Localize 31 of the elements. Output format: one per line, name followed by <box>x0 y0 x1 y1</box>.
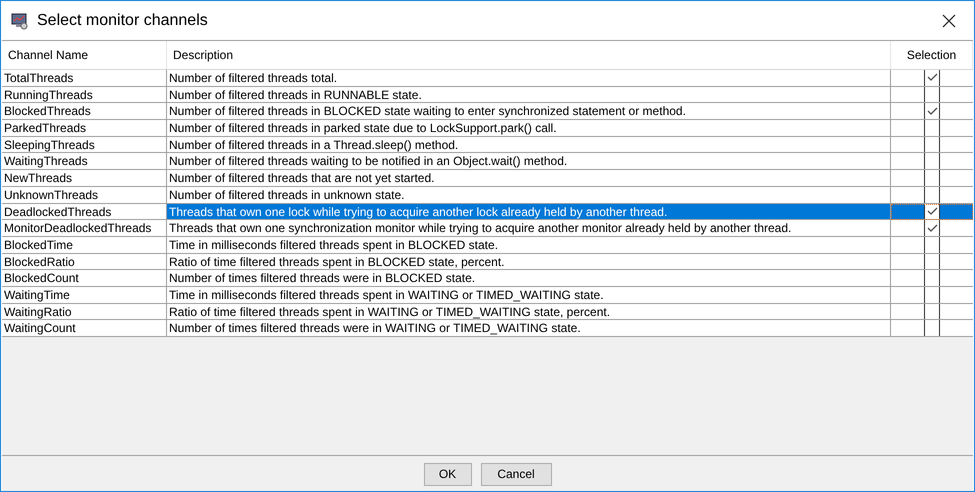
dialog-button[interactable]: OK <box>424 462 472 486</box>
checkbox[interactable] <box>924 120 940 136</box>
checkbox[interactable] <box>924 186 940 202</box>
checkbox[interactable] <box>924 286 940 303</box>
checkbox[interactable] <box>924 103 940 120</box>
checkbox[interactable] <box>924 254 940 270</box>
column-header[interactable]: Channel Name <box>2 41 167 69</box>
checkbox[interactable] <box>924 170 940 186</box>
table-cell: Threads that own one lock while trying to acquire another lock already held by another thread. <box>167 204 891 220</box>
table-cell: WaitingCount <box>2 320 167 337</box>
checkbox[interactable] <box>924 86 940 102</box>
checkmark-icon <box>926 73 938 82</box>
window-title: Select monitor channels <box>37 10 209 30</box>
checkbox[interactable] <box>924 153 940 170</box>
checkbox[interactable] <box>924 236 940 253</box>
checkbox[interactable] <box>924 70 940 86</box>
checkbox[interactable] <box>924 304 940 320</box>
checkmark-icon <box>926 206 938 216</box>
column-header[interactable]: Selection <box>891 41 973 69</box>
checkbox[interactable] <box>924 220 940 236</box>
dialog-button[interactable]: Cancel <box>480 462 552 486</box>
table-cell: Number of times filtered threads were in WAITING or TIMED_WAITING state. <box>167 320 891 337</box>
checkmark-icon <box>926 106 938 116</box>
checkbox[interactable] <box>924 136 940 152</box>
checkbox[interactable] <box>924 204 940 220</box>
close-icon <box>942 14 956 28</box>
monitor-icon <box>11 12 29 30</box>
checkbox[interactable] <box>924 320 940 336</box>
checkbox[interactable] <box>924 270 940 286</box>
column-header[interactable]: Description <box>167 41 891 69</box>
checkmark-icon <box>926 224 938 233</box>
